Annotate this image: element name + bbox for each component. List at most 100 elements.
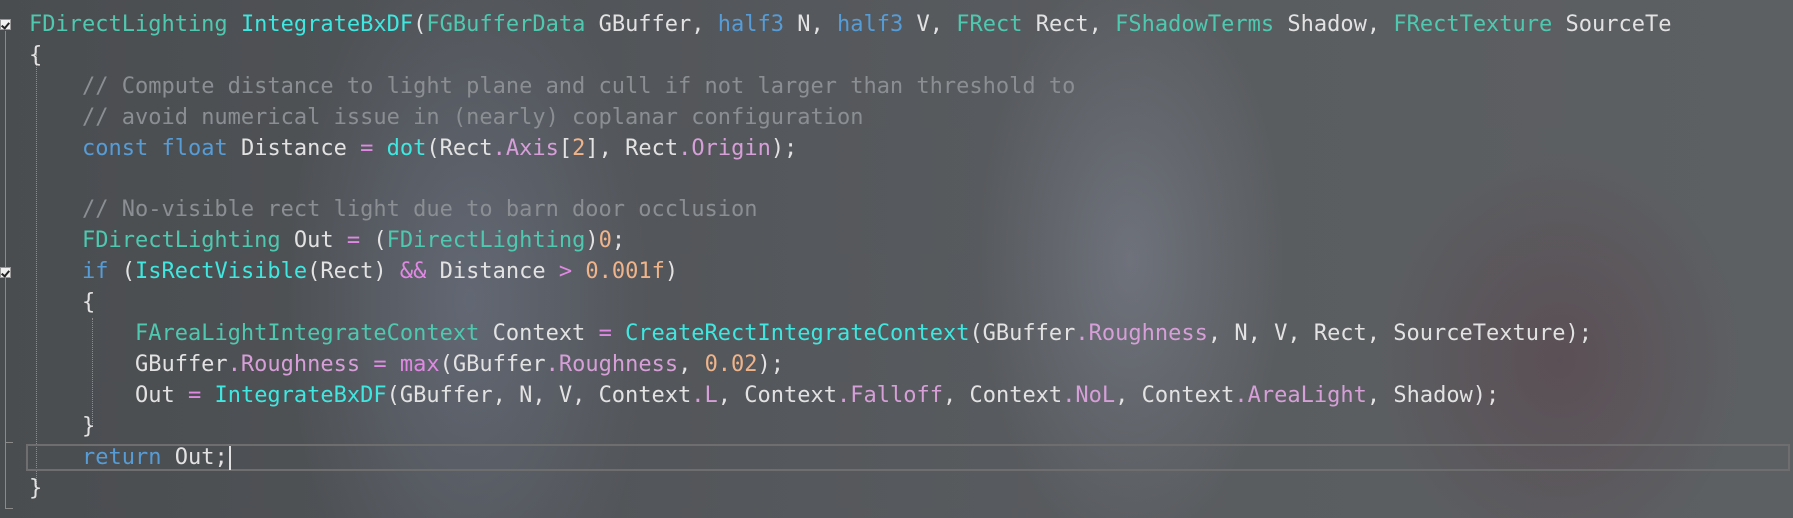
code-line-14[interactable]: } <box>29 411 95 442</box>
current-line-highlight <box>26 444 1790 471</box>
token: FDirectLighting <box>386 228 586 254</box>
token: ( <box>413 12 427 37</box>
token: ( <box>108 259 135 285</box>
token: SourceTe <box>1552 12 1672 37</box>
token: .L <box>691 382 718 408</box>
token: ); <box>757 351 785 377</box>
outlining-margin <box>0 0 26 518</box>
token: // avoid numerical issue in (nearly) cop… <box>81 104 864 130</box>
token: Shadow, <box>1274 12 1394 37</box>
token: = <box>346 228 361 254</box>
collapse-function-toggle-icon[interactable] <box>0 19 11 30</box>
code-line-4[interactable]: // avoid numerical issue in (nearly) cop… <box>29 102 863 133</box>
token: 0 <box>598 228 612 254</box>
token: V, <box>903 12 957 37</box>
token: half3 <box>717 12 785 37</box>
token: ); <box>770 135 798 161</box>
token: FRect <box>956 12 1023 37</box>
token: .NoL <box>1062 382 1116 408</box>
code-line-3[interactable]: // Compute distance to light plane and c… <box>29 71 1075 102</box>
code-line-15[interactable]: return Out; <box>29 442 231 473</box>
code-line-2[interactable]: { <box>29 40 42 71</box>
token: CreateRectIntegrateContext <box>625 321 970 346</box>
token: float <box>161 135 228 161</box>
code-line-9[interactable]: if (IsRectVisible(Rect) && Distance > 0.… <box>29 256 678 287</box>
token: FRectTexture <box>1393 12 1553 37</box>
token: { <box>29 290 96 316</box>
token: .Falloff <box>837 382 943 408</box>
token: FAreaLightIntegrateContext <box>134 321 480 346</box>
token: // Compute distance to light plane and c… <box>81 73 1076 99</box>
token: , Context <box>942 382 1063 408</box>
token: (GBuffer, N, V, Context <box>386 382 692 408</box>
token: , N, V, Rect, SourceTexture); <box>1207 321 1592 346</box>
code-line-7[interactable]: // No-visible rect light due to barn doo… <box>29 194 758 225</box>
code-line-10[interactable]: { <box>29 287 95 318</box>
code-line-11[interactable]: FAreaLightIntegrateContext Context = Cre… <box>29 318 1592 349</box>
token: ], Rect <box>585 135 679 161</box>
token: ) <box>585 228 599 254</box>
if-block-fold-end <box>5 442 13 443</box>
token: Rect, <box>1022 12 1116 37</box>
token: .Axis <box>492 135 559 161</box>
token: FDirectLighting <box>81 228 281 254</box>
token: IntegrateBxDF <box>214 382 387 408</box>
token: = <box>187 382 202 408</box>
token: = <box>598 321 612 346</box>
token: .Roughness <box>227 351 361 377</box>
token: [ <box>558 135 573 161</box>
token: Out <box>280 228 347 254</box>
token: // No-visible rect light due to barn doo… <box>81 197 758 223</box>
token: 0.001f <box>585 259 665 285</box>
token: if <box>81 259 109 285</box>
token: (GBuffer <box>969 321 1076 346</box>
code-line-13[interactable]: Out = IntegrateBxDF(GBuffer, N, V, Conte… <box>29 380 1499 411</box>
token: } <box>29 413 96 439</box>
token: Distance <box>426 259 559 285</box>
token: FDirectLighting <box>29 12 228 37</box>
token: Out <box>29 382 188 408</box>
token: Distance <box>227 135 361 161</box>
token: GBuffer, <box>585 12 718 37</box>
collapse-if-block-toggle-icon[interactable] <box>0 267 11 278</box>
token: N, <box>784 12 837 37</box>
token: max <box>399 351 440 377</box>
token: half3 <box>837 12 904 37</box>
token: Out; <box>161 444 228 470</box>
code-line-16[interactable]: } <box>29 473 42 504</box>
code-line-1[interactable]: FDirectLighting IntegrateBxDF(FGBufferDa… <box>29 9 1672 40</box>
token: } <box>29 475 43 501</box>
token: (Rect) <box>307 259 400 285</box>
token: 2 <box>572 135 586 161</box>
token: .AreaLight <box>1234 382 1367 408</box>
token: ) <box>664 259 679 285</box>
token: (GBuffer <box>439 351 546 377</box>
code-line-12[interactable]: GBuffer.Roughness = max(GBuffer.Roughnes… <box>29 349 784 380</box>
token: { <box>29 42 43 68</box>
function-fold-end <box>5 508 13 509</box>
code-editor[interactable]: FDirectLighting IntegrateBxDF(FGBufferDa… <box>0 0 1793 518</box>
token: , Shadow); <box>1366 382 1500 408</box>
token: dot <box>386 135 427 161</box>
token: ( <box>360 228 387 254</box>
token: > <box>558 259 573 285</box>
code-line-8[interactable]: FDirectLighting Out = (FDirectLighting)0… <box>29 225 625 256</box>
token: .Roughness <box>545 351 679 377</box>
token: Context <box>479 321 599 346</box>
code-line-5[interactable]: const float Distance = dot(Rect.Axis[2],… <box>29 133 797 164</box>
token: const <box>81 135 149 161</box>
token: , Context <box>717 382 837 408</box>
token: FGBufferData <box>426 12 586 37</box>
token: GBuffer <box>29 351 228 377</box>
